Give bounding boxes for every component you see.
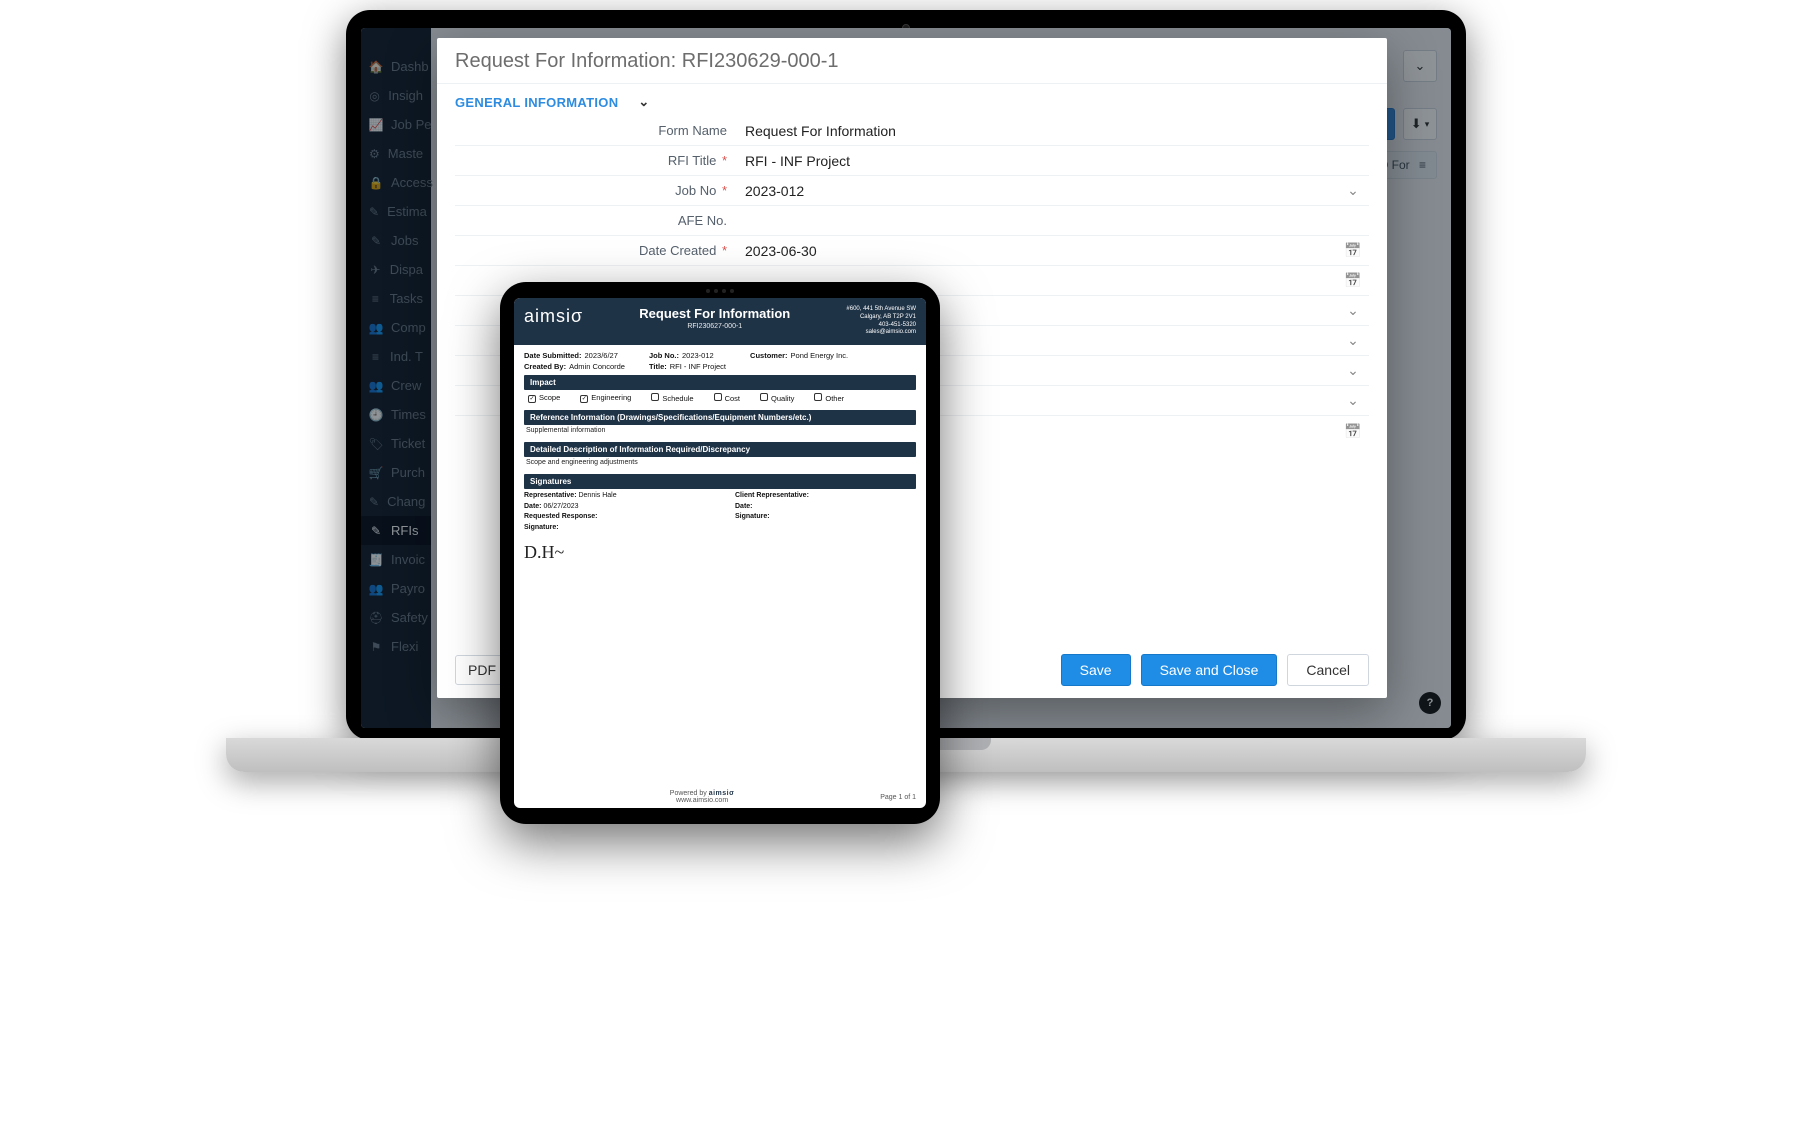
description-text: Scope and engineering adjustments	[524, 457, 916, 470]
field-value[interactable]: RFI - INF Project	[745, 153, 1337, 169]
calendar-icon[interactable]: 📅	[1337, 272, 1369, 289]
field-label: Form Name	[455, 123, 745, 138]
chevron-down-icon[interactable]: ⌄	[1337, 302, 1369, 319]
impact-option: Cost	[714, 393, 740, 403]
field-label: Job No *	[455, 183, 745, 198]
rep-signature-block: Representative: Dennis Hale Date: 06/27/…	[524, 491, 705, 566]
doc-meta: Date Submitted:2023/6/27 Created By:Admi…	[524, 351, 916, 371]
form-row: RFI Title *RFI - INF Project	[455, 146, 1369, 176]
tablet-screen: aimsiσ Request For Information RFI230627…	[514, 298, 926, 808]
checkbox-icon	[651, 393, 659, 401]
brand-logo: aimsiσ	[524, 306, 583, 327]
field-value[interactable]: 2023-012	[745, 183, 1337, 199]
calendar-icon[interactable]: 📅	[1337, 423, 1369, 440]
impact-option: Schedule	[651, 393, 693, 403]
form-row: Date Created *2023-06-30📅	[455, 236, 1369, 266]
calendar-icon[interactable]: 📅	[1337, 242, 1369, 259]
client-signature-block: Client Representative: Date: Signature:	[735, 491, 916, 566]
modal-title: Request For Information: RFI230629-000-1	[437, 38, 1387, 84]
tablet-frame: aimsiσ Request For Information RFI230627…	[500, 282, 940, 824]
form-row: Form NameRequest For Information	[455, 116, 1369, 146]
field-value[interactable]: Request For Information	[745, 123, 1337, 139]
checkbox-icon	[528, 395, 536, 403]
signatures-header: Signatures	[524, 474, 916, 489]
pdf-label: PDF	[468, 662, 496, 678]
doc-header: aimsiσ Request For Information RFI230627…	[514, 298, 926, 345]
chevron-down-icon[interactable]: ⌄	[1337, 362, 1369, 379]
reference-header: Reference Information (Drawings/Specific…	[524, 410, 916, 425]
description-header: Detailed Description of Information Requ…	[524, 442, 916, 457]
chevron-down-icon[interactable]: ⌄	[1337, 392, 1369, 409]
checkbox-icon	[714, 393, 722, 401]
checkbox-icon	[814, 393, 822, 401]
chevron-down-icon[interactable]: ⌄	[1337, 182, 1369, 199]
doc-footer: Powered by aimsiσ www.aimsio.com Page 1 …	[514, 786, 926, 808]
chevron-down-icon[interactable]: ⌄	[1337, 332, 1369, 349]
impact-header: Impact	[524, 375, 916, 390]
save-button[interactable]: Save	[1061, 654, 1131, 686]
field-label: AFE No.	[455, 213, 745, 228]
form-row: AFE No.	[455, 206, 1369, 236]
doc-subtitle: RFI230627-000-1	[583, 323, 846, 330]
section-label: GENERAL INFORMATION	[455, 95, 618, 110]
page-indicator: Page 1 of 1	[880, 794, 916, 801]
chevron-down-icon: ⌄	[638, 94, 649, 110]
reference-text: Supplemental information	[524, 425, 916, 438]
field-label: Date Created *	[455, 243, 745, 258]
cancel-button[interactable]: Cancel	[1287, 654, 1369, 686]
form-row: Job No *2023-012⌄	[455, 176, 1369, 206]
company-address: #600, 441 5th Avenue SWCalgary, AB T2P 2…	[846, 306, 916, 337]
save-close-button[interactable]: Save and Close	[1141, 654, 1278, 686]
impact-option: Other	[814, 393, 844, 403]
impact-option: Quality	[760, 393, 794, 403]
impact-row: Scope Engineering Schedule Cost Quality Other	[524, 390, 916, 406]
impact-option: Scope	[528, 393, 560, 403]
doc-title: Request For Information	[583, 306, 846, 321]
checkbox-icon	[580, 395, 588, 403]
impact-option: Engineering	[580, 393, 631, 403]
tablet-camera-icon	[706, 289, 734, 293]
checkbox-icon	[760, 393, 768, 401]
field-value[interactable]: 2023-06-30	[745, 243, 1337, 259]
section-toggle-general[interactable]: GENERAL INFORMATION ⌄	[455, 94, 1369, 110]
doc-body: Date Submitted:2023/6/27 Created By:Admi…	[514, 345, 926, 786]
field-label: RFI Title *	[455, 153, 745, 168]
signature-image: D.H~	[524, 539, 705, 566]
